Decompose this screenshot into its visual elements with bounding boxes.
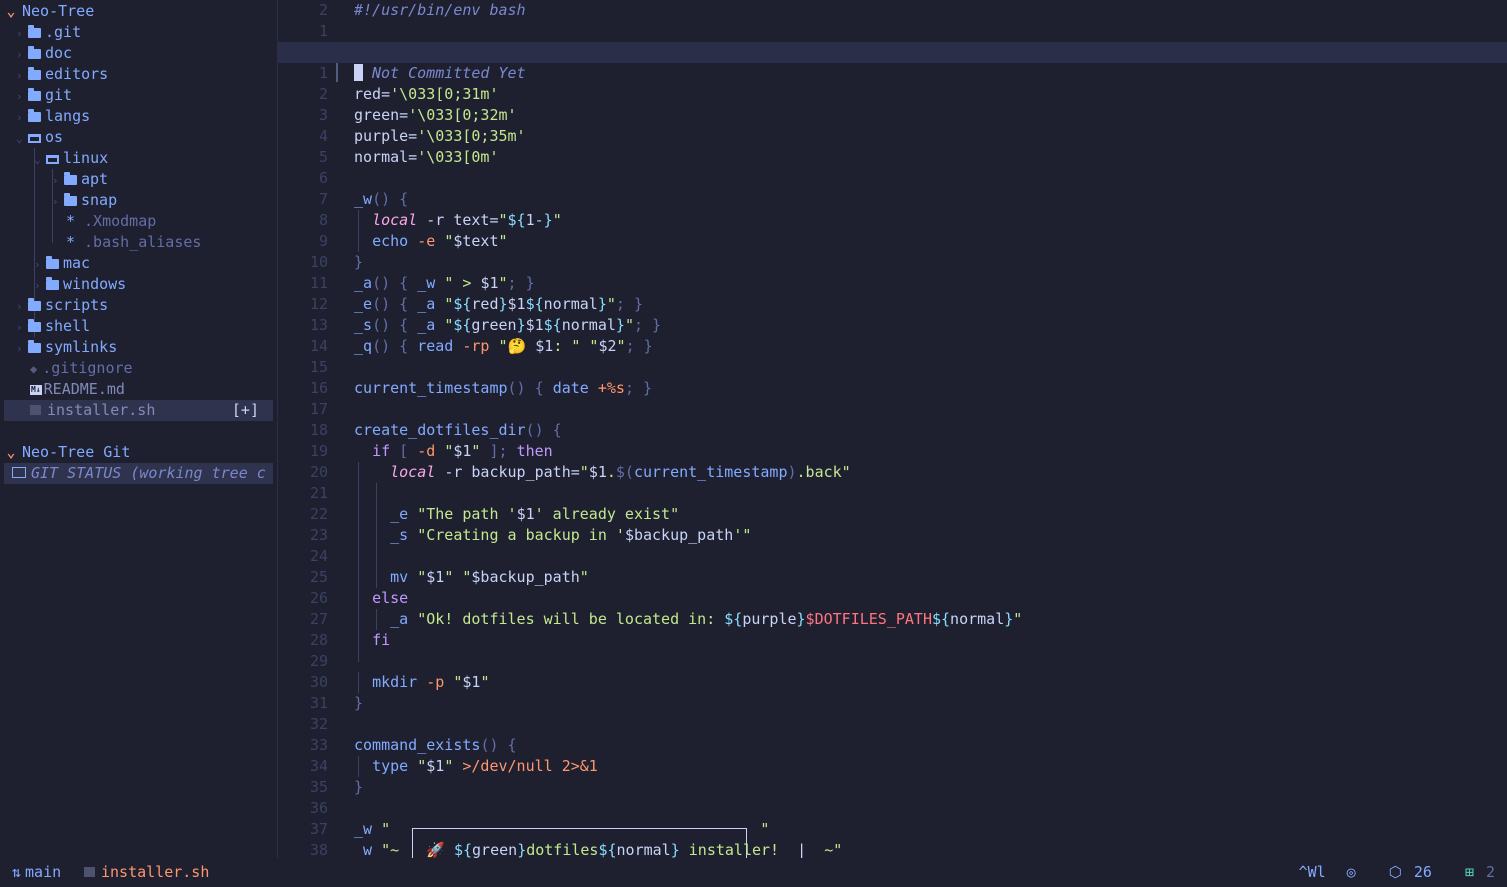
package-icon: ⬡ xyxy=(1388,863,1402,881)
folder-icon xyxy=(64,193,77,206)
line-number: 1 xyxy=(318,22,328,40)
code-editor[interactable]: 2131234567891011121314151617181920212223… xyxy=(278,0,1507,858)
chevron-right-icon: › xyxy=(16,342,23,355)
chevron-right-icon: › xyxy=(16,27,23,40)
tree-item-snap[interactable]: › snap xyxy=(52,190,117,211)
folder-icon xyxy=(46,256,59,269)
asterisk-icon: * xyxy=(66,233,76,251)
package-count: ⬡ 26 xyxy=(1388,863,1432,881)
asterisk-icon: * xyxy=(66,212,76,230)
git-blame-text: Not Committed Yet xyxy=(372,64,526,82)
cursor-block xyxy=(354,64,363,81)
status-bar: ⇅ main installer.sh ^Wl ◎ ⬡ 26 ⊞ 2 xyxy=(0,858,1507,887)
folder-icon xyxy=(28,340,41,353)
chevron-right-icon: › xyxy=(16,69,23,82)
folder-icon xyxy=(28,25,41,38)
tree-item-apt[interactable]: › apt xyxy=(52,169,108,190)
markdown-icon: M↓ xyxy=(30,385,42,395)
terminal-file-icon xyxy=(84,867,95,877)
folder-open-icon xyxy=(46,155,59,164)
chevron-right-icon: › xyxy=(16,321,23,334)
tree-item-os[interactable]: ⌄ os xyxy=(16,127,63,148)
chevron-right-icon: › xyxy=(52,195,59,208)
neo-tree-header[interactable]: ⌄ Neo-Tree xyxy=(0,1,94,22)
pending-keys: ^Wl xyxy=(1298,863,1326,881)
chevron-down-icon: ⌄ xyxy=(16,132,23,145)
line-number: 24 xyxy=(309,547,328,565)
chevron-down-icon: ⌄ xyxy=(6,443,16,461)
tree-item-langs[interactable]: › langs xyxy=(16,106,90,127)
tree-item-editors[interactable]: › editors xyxy=(16,64,108,85)
tree-item-gitignore[interactable]: ◆ .gitignore xyxy=(30,358,133,379)
folder-icon xyxy=(28,298,41,311)
tree-item-git[interactable]: › .git xyxy=(16,22,81,43)
folder-outline-icon xyxy=(12,467,26,478)
line-number: 15 xyxy=(309,358,328,376)
tree-item-windows[interactable]: › windows xyxy=(34,274,126,295)
folder-icon xyxy=(64,172,77,185)
tree-item-installer[interactable]: installer.sh [+] xyxy=(4,400,273,421)
plus-square-icon: ⊞ xyxy=(1464,863,1474,881)
git-diamond-icon: ◆ xyxy=(30,362,38,376)
line-number: 36 xyxy=(309,799,328,817)
git-status-row[interactable]: GIT STATUS (working tree c xyxy=(4,463,273,484)
tree-item-scripts[interactable]: › scripts xyxy=(16,295,108,316)
tree-item-xmodmap[interactable]: * .Xmodmap xyxy=(66,211,156,232)
folder-icon xyxy=(28,109,41,122)
folder-open-icon xyxy=(28,134,41,143)
tree-item-shell[interactable]: › shell xyxy=(16,316,90,337)
blame-line: Not Committed Yet xyxy=(278,42,1507,82)
folder-icon xyxy=(46,277,59,290)
git-added-count: ⊞ 2 xyxy=(1464,863,1495,881)
chevron-right-icon: › xyxy=(16,111,23,124)
chevron-right-icon: › xyxy=(34,279,41,292)
current-file: installer.sh xyxy=(84,858,209,887)
line-number: 6 xyxy=(318,169,328,187)
tree-item-mac[interactable]: › mac xyxy=(34,253,90,274)
file-explorer: ⌄ Neo-Tree › .git › doc › editors › git › lang… xyxy=(0,0,278,858)
tree-item-symlinks[interactable]: › symlinks xyxy=(16,337,117,358)
chevron-right-icon: › xyxy=(16,90,23,103)
tree-item-linux[interactable]: ⌄ linux xyxy=(34,148,108,169)
folder-icon xyxy=(28,46,41,59)
folder-icon xyxy=(28,67,41,80)
line-number: 32 xyxy=(309,715,328,733)
chevron-right-icon: › xyxy=(16,300,23,313)
folder-icon xyxy=(28,319,41,332)
tree-item-git-dir[interactable]: › git xyxy=(16,85,72,106)
tree-item-readme[interactable]: M↓ README.md xyxy=(30,379,125,400)
chevron-right-icon: › xyxy=(52,174,59,187)
line-number: 29 xyxy=(309,652,328,670)
folder-icon xyxy=(28,88,41,101)
terminal-file-icon xyxy=(30,405,41,415)
line-number: 21 xyxy=(309,484,328,502)
git-branch[interactable]: ⇅ main xyxy=(12,858,61,887)
chevron-down-icon: ⌄ xyxy=(6,2,16,20)
line-number: 17 xyxy=(309,400,328,418)
neo-tree-git-header[interactable]: ⌄ Neo-Tree Git xyxy=(0,442,130,463)
copilot-icon: ◎ xyxy=(1346,863,1356,881)
git-branch-icon: ⇅ xyxy=(12,863,22,881)
chevron-down-icon: ⌄ xyxy=(34,153,41,166)
chevron-right-icon: › xyxy=(16,48,23,61)
chevron-right-icon: › xyxy=(34,258,41,271)
tree-item-bash-aliases[interactable]: * .bash_aliases xyxy=(66,232,201,253)
tree-item-doc[interactable]: › doc xyxy=(16,43,72,64)
